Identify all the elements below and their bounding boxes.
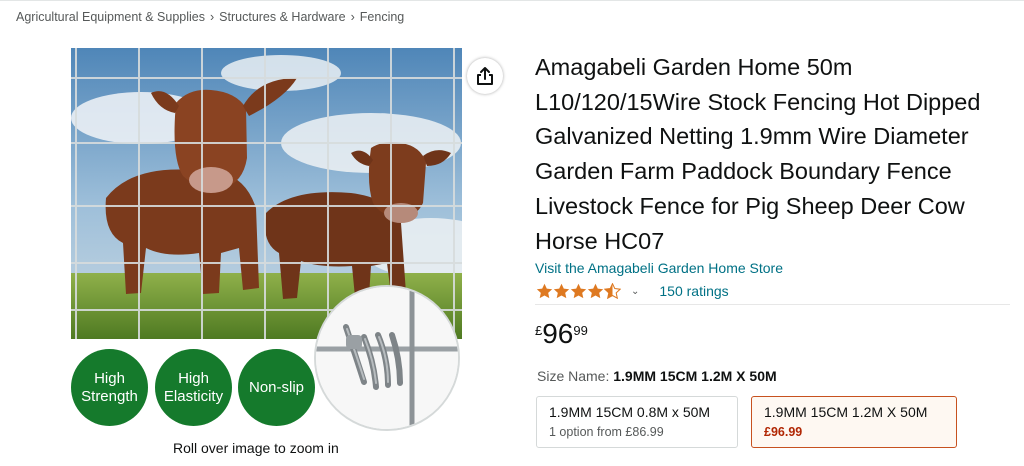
share-button[interactable]	[467, 58, 503, 94]
price-whole: 96	[542, 318, 574, 349]
wire-closeup-graphic	[316, 287, 458, 429]
breadcrumb-item-agricultural[interactable]: Agricultural Equipment & Supplies	[16, 10, 205, 24]
size-selected-value: 1.9MM 15CM 1.2M X 50M	[613, 368, 777, 384]
share-icon	[477, 67, 493, 85]
star-icon	[570, 283, 587, 299]
breadcrumb-separator: ›	[210, 10, 215, 24]
breadcrumb-separator: ›	[350, 10, 355, 24]
breadcrumb: Agricultural Equipment & Supplies › Struct…	[16, 10, 404, 24]
star-icon	[536, 283, 553, 299]
star-rating[interactable]	[536, 283, 621, 299]
star-half-icon	[604, 283, 621, 299]
ratings-count-link[interactable]: 150 ratings	[659, 283, 728, 299]
badge-high-strength: High Strength	[71, 349, 148, 426]
size-name-label: Size Name: 1.9MM 15CM 1.2M X 50M	[537, 368, 777, 384]
top-divider	[0, 0, 1024, 4]
store-link[interactable]: Visit the Amagabeli Garden Home Store	[535, 260, 783, 276]
star-icon	[587, 283, 604, 299]
zoom-hint: Roll over image to zoom in	[173, 440, 339, 456]
breadcrumb-item-structures[interactable]: Structures & Hardware	[219, 10, 345, 24]
badge-non-slip: Non-slip	[238, 349, 315, 426]
breadcrumb-item-fencing[interactable]: Fencing	[360, 10, 404, 24]
product-title: Amagabeli Garden Home 50m L10/120/15Wire…	[535, 54, 981, 254]
price-fraction: 99	[573, 323, 588, 338]
rating-row: ⌄ 150 ratings	[536, 280, 729, 302]
option-name: 1.9MM 15CM 0.8M x 50M	[549, 404, 711, 420]
price: £9699	[535, 318, 588, 350]
divider	[535, 304, 1010, 305]
chevron-down-icon[interactable]: ⌄	[631, 286, 639, 297]
option-subtext: 1 option from £86.99	[549, 425, 664, 439]
wire-closeup-image	[316, 287, 458, 429]
badge-high-elasticity: High Elasticity	[155, 349, 232, 426]
option-name: 1.9MM 15CM 1.2M X 50M	[764, 404, 928, 420]
option-price: £96.99	[764, 425, 803, 439]
size-option-0-8m[interactable]: 1.9MM 15CM 0.8M x 50M 1 option from £86.…	[536, 396, 738, 448]
star-icon	[553, 283, 570, 299]
size-option-1-2m-selected[interactable]: 1.9MM 15CM 1.2M X 50M £96.99	[751, 396, 957, 448]
price-symbol: £	[535, 323, 543, 338]
